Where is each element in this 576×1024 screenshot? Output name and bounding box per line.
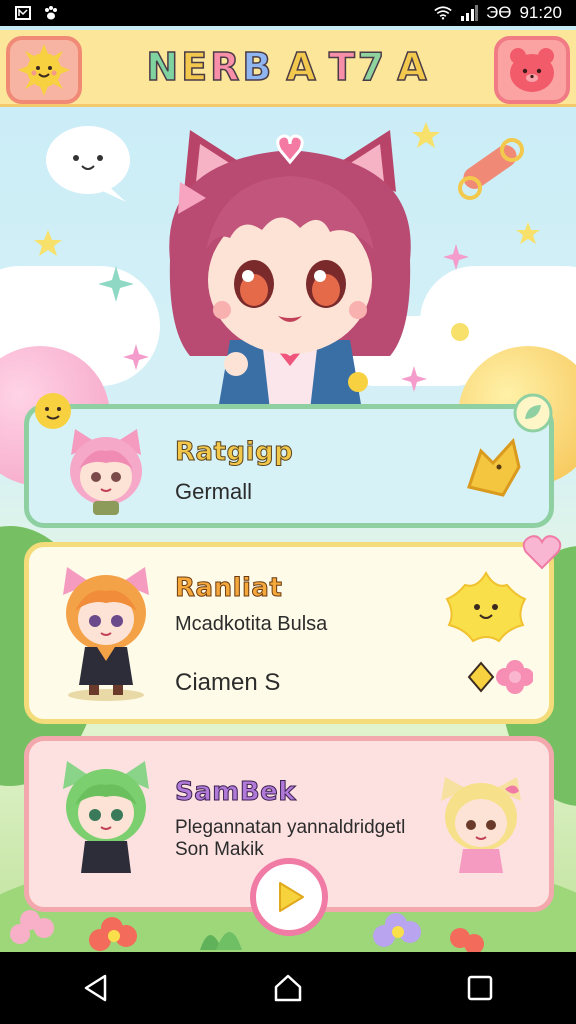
bear-icon [510,48,554,92]
back-button[interactable] [66,958,126,1018]
character-subtitle: Germall [175,479,253,504]
character-name: Ranliat [174,573,283,604]
character-avatar [70,429,142,515]
character-card[interactable]: Ratgigp Germall [24,393,554,528]
clock: 91:20 [519,3,562,22]
recents-icon [467,975,493,1001]
character-card[interactable]: Ranliat Mcadkotita Bulsa Ciamen S [24,542,554,724]
home-icon [274,974,302,1002]
title-letter: A [396,44,430,90]
app-title: N E R B A T 7 A [100,42,476,92]
title-letter: E [180,44,211,90]
character-name: Ratgigp [174,437,294,468]
bear-button[interactable] [494,36,570,104]
status-bar: ЭӨ 91:20 [0,0,576,26]
back-icon [84,974,107,1002]
paw-icon [42,5,60,21]
sun-button[interactable] [6,36,82,104]
signal-icon [460,5,478,21]
main-character-illustration [169,130,411,410]
leaf-sticker-icon [513,393,553,433]
character-subtitle: Plegannatan yannaldridgetl [175,817,406,838]
heart-sticker-icon [522,535,562,570]
flowers-decoration [10,910,484,952]
title-letter: 7 [357,44,388,90]
character-name: SamBek [174,777,297,808]
flower-badge-icon [467,660,533,694]
character-avatar [441,777,521,873]
star-badge-icon[interactable] [463,437,525,499]
title-letter: B [242,44,275,90]
star-mascot-icon[interactable] [443,569,529,645]
notification-icon [14,5,32,21]
title-letter: A [286,44,319,90]
home-button[interactable] [258,958,318,1018]
character-avatar [63,761,149,873]
character-detail: Ciamen S [175,669,281,696]
character-detail: Son Makik [175,839,264,860]
network-label: ЭӨ [486,3,512,22]
wifi-icon [434,5,452,21]
character-avatar [63,567,149,701]
smiley-sticker-icon [35,393,71,429]
sun-icon [18,44,70,96]
app-header: N E R B A T 7 A [0,30,576,107]
title-letter: N [146,44,182,90]
recents-button[interactable] [450,958,510,1018]
character-subtitle: Mcadkotita Bulsa [175,613,328,635]
title-letter: T [328,44,358,90]
navigation-bar [0,952,576,1024]
title-letter: R [209,44,243,90]
